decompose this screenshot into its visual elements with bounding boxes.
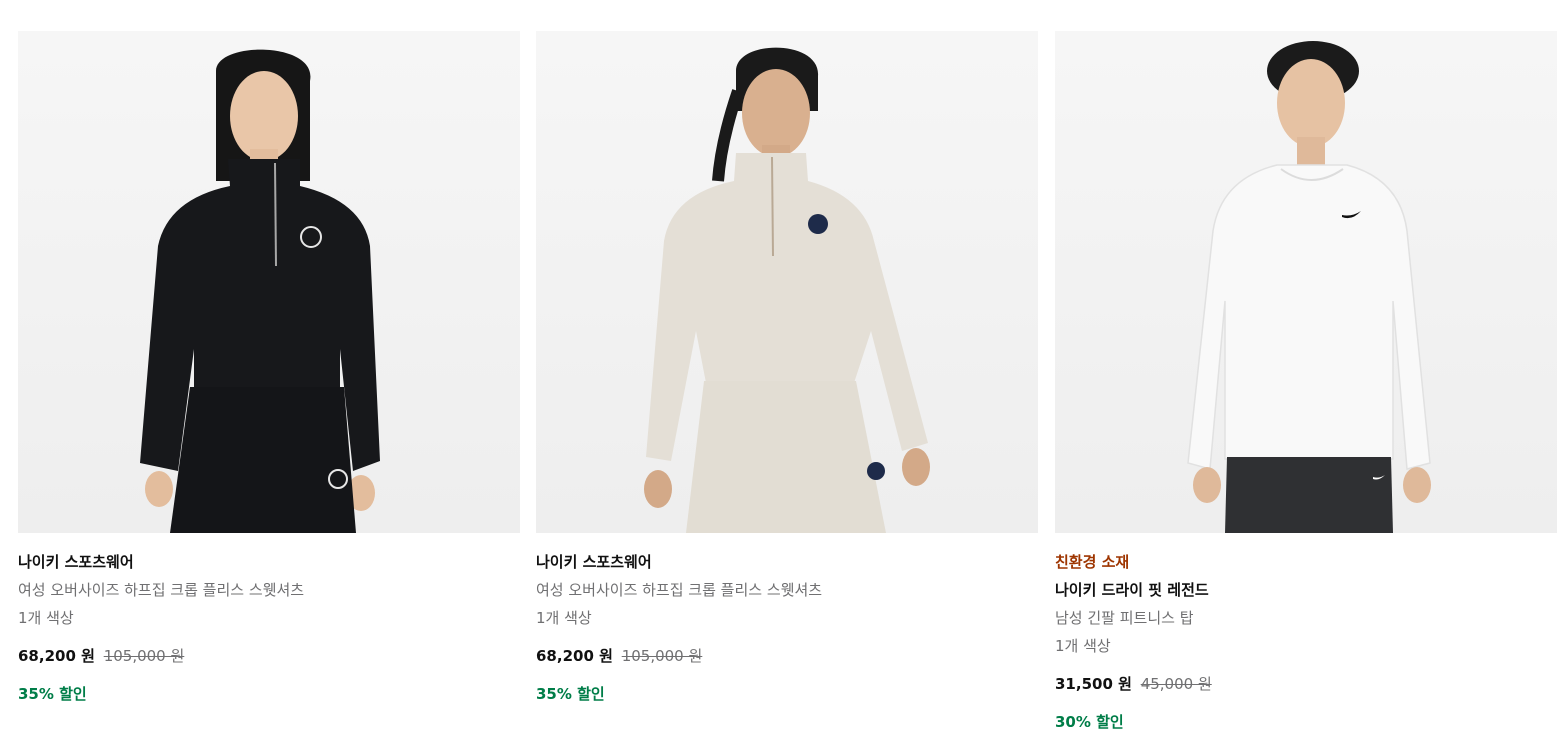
product-subtitle: 남성 긴팔 피트니스 탑	[1055, 609, 1194, 627]
product-image[interactable]	[536, 31, 1038, 533]
original-price: 45,000 원	[1140, 675, 1212, 693]
product-price: 31,500 원 45,000 원	[1055, 670, 1557, 698]
product-info: 친환경 소재 나이키 드라이 핏 레전드 남성 긴팔 피트니스 탑 1개 색상 …	[1055, 548, 1557, 736]
discount-label: 30% 할인	[1055, 713, 1124, 731]
product-title[interactable]: 나이키 드라이 핏 레전드	[1055, 576, 1557, 604]
product-subtitle: 여성 오버사이즈 하프집 크롭 플리스 스웻셔츠	[536, 581, 823, 599]
discount-label: 35% 할인	[18, 685, 87, 703]
product-info: 나이키 스포츠웨어 여성 오버사이즈 하프집 크롭 플리스 스웻셔츠 1개 색상…	[18, 548, 520, 708]
product-photo-icon	[1187, 41, 1431, 533]
product-title[interactable]: 나이키 스포츠웨어	[536, 548, 1038, 576]
product-card[interactable]: 나이키 스포츠웨어 여성 오버사이즈 하프집 크롭 플리스 스웻셔츠 1개 색상…	[536, 31, 1038, 703]
discount-label: 35% 할인	[536, 685, 605, 703]
product-subtitle: 여성 오버사이즈 하프집 크롭 플리스 스웻셔츠	[18, 581, 305, 599]
product-image[interactable]	[1055, 31, 1557, 533]
sale-price: 68,200 원	[536, 647, 613, 665]
product-grid: 나이키 스포츠웨어 여성 오버사이즈 하프집 크롭 플리스 스웻셔츠 1개 색상…	[18, 31, 1557, 742]
original-price: 105,000 원	[621, 647, 703, 665]
sale-price: 31,500 원	[1055, 675, 1132, 693]
product-badge: 친환경 소재	[1055, 553, 1130, 571]
sale-price: 68,200 원	[18, 647, 95, 665]
product-title[interactable]: 나이키 스포츠웨어	[18, 548, 520, 576]
product-price: 68,200 원 105,000 원	[18, 642, 520, 670]
product-photo-icon	[140, 49, 380, 533]
product-image[interactable]	[18, 31, 520, 533]
product-color-count: 1개 색상	[18, 609, 74, 627]
product-card[interactable]: 나이키 스포츠웨어 여성 오버사이즈 하프집 크롭 플리스 스웻셔츠 1개 색상…	[18, 31, 520, 703]
original-price: 105,000 원	[103, 647, 185, 665]
product-photo-icon	[644, 47, 930, 533]
product-price: 68,200 원 105,000 원	[536, 642, 1038, 670]
product-card[interactable]: 친환경 소재 나이키 드라이 핏 레전드 남성 긴팔 피트니스 탑 1개 색상 …	[1055, 31, 1557, 731]
product-color-count: 1개 색상	[1055, 637, 1111, 655]
product-color-count: 1개 색상	[536, 609, 592, 627]
product-info: 나이키 스포츠웨어 여성 오버사이즈 하프집 크롭 플리스 스웻셔츠 1개 색상…	[536, 548, 1038, 708]
